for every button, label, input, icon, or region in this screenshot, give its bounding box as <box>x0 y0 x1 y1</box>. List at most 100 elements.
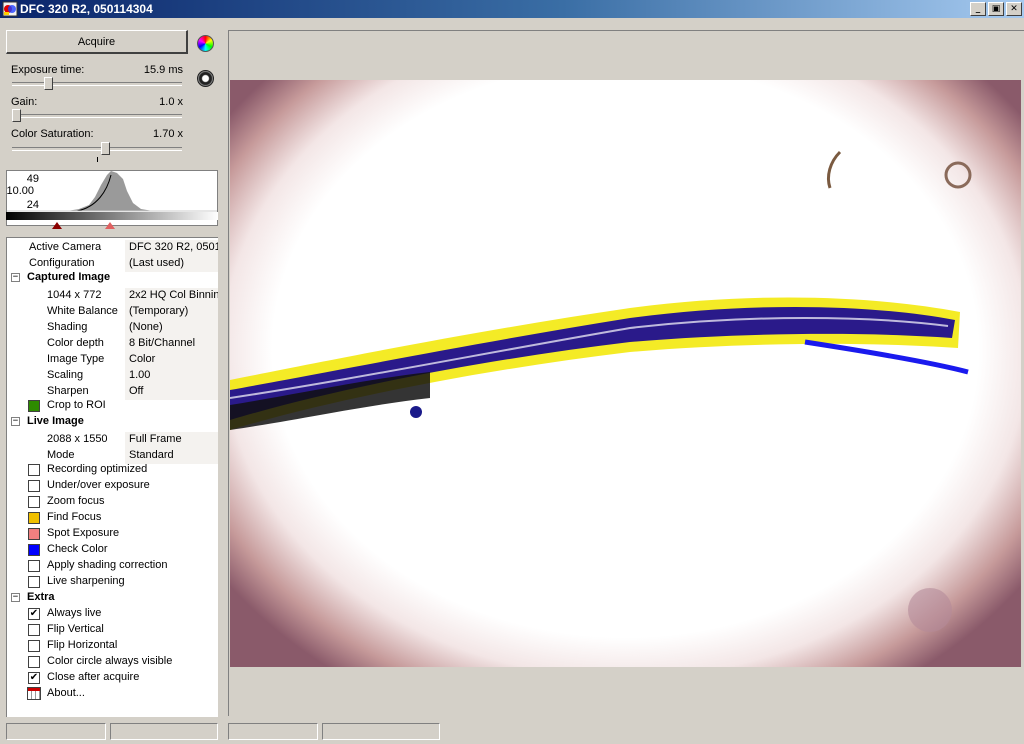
option-label: Color circle always visible <box>47 655 173 667</box>
check-color-swatch[interactable] <box>28 544 40 556</box>
prop-value: (None) <box>129 321 163 333</box>
checkbox[interactable] <box>28 560 40 572</box>
prop-value: (Temporary) <box>129 305 189 317</box>
prop-key: 1044 x 772 <box>47 289 102 301</box>
checkbox[interactable] <box>28 640 40 652</box>
collapse-live-image-button[interactable]: − <box>11 417 20 426</box>
option-live-sharpening[interactable]: Live sharpening <box>7 574 218 590</box>
option-label: Flip Vertical <box>47 623 104 635</box>
option-check-color[interactable]: Check Color <box>7 542 218 558</box>
checkbox[interactable] <box>28 464 40 476</box>
gain-slider-thumb[interactable] <box>12 109 21 122</box>
prop-value: 1.00 <box>129 369 151 381</box>
prop-row[interactable]: Image Type Color <box>7 352 218 368</box>
option-color-circle-always-visible[interactable]: Color circle always visible <box>7 654 218 670</box>
black-point-marker[interactable] <box>51 222 62 229</box>
option-spot-exposure[interactable]: Spot Exposure <box>7 526 218 542</box>
acquire-button[interactable]: Acquire <box>6 30 188 54</box>
prop-key: White Balance <box>47 305 118 317</box>
prop-value: (Last used) <box>129 257 185 269</box>
prop-key: Sharpen <box>47 385 89 397</box>
color-wheel-icon[interactable] <box>197 35 214 52</box>
preview-frame-top <box>228 30 1024 31</box>
section-captured-image[interactable]: − Captured Image <box>7 270 218 286</box>
option-always-live[interactable]: ✔ Always live <box>7 606 218 622</box>
prop-row[interactable]: 1044 x 772 2x2 HQ Col Binning <box>7 288 218 304</box>
find-focus-swatch[interactable] <box>28 512 40 524</box>
checkbox[interactable] <box>28 576 40 588</box>
option-flip-horizontal[interactable]: Flip Horizontal <box>7 638 218 654</box>
option-apply-shading-correction[interactable]: Apply shading correction <box>7 558 218 574</box>
debris-blob <box>908 588 952 632</box>
section-extra[interactable]: − Extra <box>7 590 218 606</box>
checkbox[interactable] <box>28 496 40 508</box>
gain-value: 1.0 x <box>159 96 183 108</box>
option-label: Flip Horizontal <box>47 639 118 651</box>
option-find-focus[interactable]: Find Focus <box>7 510 218 526</box>
option-label: Always live <box>47 607 102 619</box>
camera-control-panel: Acquire Exposure time: 15.9 ms Gain: 1.0… <box>0 18 226 718</box>
about-label: About... <box>47 687 85 699</box>
prop-value: Color <box>129 353 156 365</box>
exposure-slider-thumb[interactable] <box>44 77 54 90</box>
option-flip-vertical[interactable]: Flip Vertical <box>7 622 218 638</box>
option-label: Under/over exposure <box>47 479 150 491</box>
option-label: Check Color <box>47 543 108 555</box>
gain-label: Gain: <box>11 96 38 108</box>
close-button[interactable]: ✕ <box>1006 2 1022 16</box>
prop-key: Shading <box>47 321 88 333</box>
aperture-icon[interactable] <box>197 70 214 87</box>
gain-slider-track[interactable] <box>12 114 182 118</box>
prop-key: Image Type <box>47 353 105 365</box>
prop-row[interactable]: Shading (None) <box>7 320 218 336</box>
section-live-image[interactable]: − Live Image <box>7 414 218 430</box>
saturation-default-tick <box>97 157 98 162</box>
exposure-slider-track[interactable] <box>12 82 182 86</box>
checkbox[interactable]: ✔ <box>28 672 40 684</box>
crop-to-roi-swatch[interactable] <box>28 400 40 412</box>
title-bar: DFC 320 R2, 050114304 _ ▣ ✕ <box>0 0 1024 18</box>
collapse-captured-image-button[interactable]: − <box>11 273 20 282</box>
prop-row[interactable]: Color depth 8 Bit/Channel <box>7 336 218 352</box>
about-item[interactable]: About... <box>7 686 218 702</box>
exposure-label: Exposure time: <box>11 64 85 76</box>
option-close-after-acquire[interactable]: ✔ Close after acquire <box>7 670 218 686</box>
live-preview-image[interactable] <box>230 80 1021 667</box>
section-title: Extra <box>27 591 55 603</box>
checkbox[interactable] <box>28 624 40 636</box>
preview-frame-left <box>228 30 229 716</box>
property-grid: Active Camera DFC 320 R2, 0501 Configura… <box>6 237 218 717</box>
option-label: Live sharpening <box>47 575 125 587</box>
option-label: Recording optimized <box>47 463 148 475</box>
prop-value: Full Frame <box>129 433 182 445</box>
checkbox[interactable]: ✔ <box>28 608 40 620</box>
checkbox[interactable] <box>28 656 40 668</box>
status-bar <box>0 720 1024 744</box>
prop-value: 2x2 HQ Col Binning <box>129 289 218 301</box>
prop-row[interactable]: White Balance (Temporary) <box>7 304 218 320</box>
prop-value: Off <box>129 385 144 397</box>
prop-row[interactable]: 2088 x 1550 Full Frame <box>7 432 218 448</box>
debris-dot <box>410 406 422 418</box>
prop-value: DFC 320 R2, 0501 <box>129 241 218 253</box>
option-zoom-focus[interactable]: Zoom focus <box>7 494 218 510</box>
saturation-slider-track[interactable] <box>12 147 182 151</box>
prop-active-camera[interactable]: Active Camera DFC 320 R2, 0501 <box>7 240 218 256</box>
collapse-extra-button[interactable]: − <box>11 593 20 602</box>
spot-exposure-swatch[interactable] <box>28 528 40 540</box>
prop-row[interactable]: Scaling 1.00 <box>7 368 218 384</box>
prop-key: Color depth <box>47 337 104 349</box>
prop-key: Active Camera <box>29 241 102 253</box>
saturation-slider-thumb[interactable] <box>100 142 110 155</box>
white-point-marker[interactable] <box>104 222 115 229</box>
option-recording-optimized[interactable]: Recording optimized <box>7 462 218 478</box>
status-cell-3 <box>228 723 318 740</box>
app-icon[interactable] <box>2 1 18 17</box>
minimize-button[interactable]: _ <box>970 2 986 16</box>
option-under-over-exposure[interactable]: Under/over exposure <box>7 478 218 494</box>
crop-to-roi-option[interactable]: Crop to ROI <box>7 398 218 414</box>
checkbox[interactable] <box>28 480 40 492</box>
status-cell-1 <box>6 723 106 740</box>
status-cell-2 <box>110 723 218 740</box>
maximize-button[interactable]: ▣ <box>988 2 1004 16</box>
